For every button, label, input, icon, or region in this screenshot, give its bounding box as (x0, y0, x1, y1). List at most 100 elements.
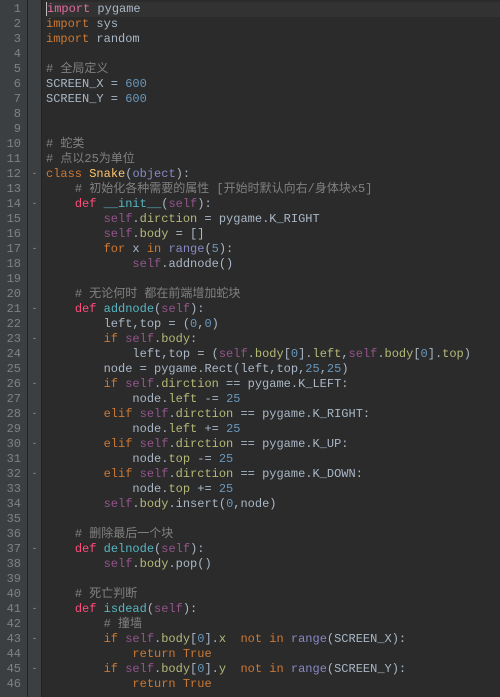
code-line: if self.body: (46, 332, 500, 347)
fold-marker[interactable] (28, 287, 41, 302)
fold-marker[interactable] (28, 617, 41, 632)
fold-marker[interactable]: - (28, 332, 41, 347)
code-line (46, 122, 500, 137)
fold-marker[interactable]: - (28, 377, 41, 392)
fold-marker[interactable] (28, 512, 41, 527)
editor-area[interactable]: import pygame import sys import random #… (42, 0, 500, 697)
fold-marker[interactable] (28, 32, 41, 47)
code-line: # 蛇类 (46, 137, 500, 152)
fold-marker[interactable]: - (28, 467, 41, 482)
fold-marker[interactable]: - (28, 407, 41, 422)
fold-marker[interactable]: - (28, 167, 41, 182)
code-line: def __init__(self): (46, 197, 500, 212)
lineno: 31 (0, 452, 27, 467)
lineno: 42 (0, 617, 27, 632)
lineno: 36 (0, 527, 27, 542)
fold-marker[interactable]: - (28, 542, 41, 557)
code-line (46, 47, 500, 62)
lineno: 14 (0, 197, 27, 212)
code-line: elif self.dirction == pygame.K_UP: (46, 437, 500, 452)
fold-marker[interactable] (28, 317, 41, 332)
lineno: 12 (0, 167, 27, 182)
fold-marker[interactable] (28, 2, 41, 17)
lineno: 41 (0, 602, 27, 617)
lineno: 10 (0, 137, 27, 152)
code-line: node = pygame.Rect(left,top,25,25) (46, 362, 500, 377)
lineno: 4 (0, 47, 27, 62)
fold-marker[interactable]: - (28, 302, 41, 317)
fold-marker[interactable] (28, 482, 41, 497)
lineno: 2 (0, 17, 27, 32)
code-line: # 删除最后一个块 (46, 527, 500, 542)
fold-marker[interactable] (28, 527, 41, 542)
code-line: # 无论何时 都在前端增加蛇块 (46, 287, 500, 302)
fold-marker[interactable] (28, 587, 41, 602)
fold-marker[interactable]: - (28, 662, 41, 677)
fold-marker[interactable] (28, 392, 41, 407)
fold-marker[interactable] (28, 62, 41, 77)
lineno: 24 (0, 347, 27, 362)
fold-marker[interactable] (28, 212, 41, 227)
lineno: 29 (0, 422, 27, 437)
code-line: def delnode(self): (46, 542, 500, 557)
fold-marker[interactable] (28, 272, 41, 287)
fold-marker[interactable]: - (28, 602, 41, 617)
lineno: 23 (0, 332, 27, 347)
code-line: import random (46, 32, 500, 47)
code-line: if self.body[0].x not in range(SCREEN_X)… (46, 632, 500, 647)
code-line: node.top -= 25 (46, 452, 500, 467)
fold-marker[interactable] (28, 347, 41, 362)
lineno: 1 (0, 2, 27, 17)
fold-marker[interactable] (28, 557, 41, 572)
code-line: for x in range(5): (46, 242, 500, 257)
fold-marker[interactable] (28, 647, 41, 662)
code-line: import sys (46, 17, 500, 32)
code-line: elif self.dirction == pygame.K_RIGHT: (46, 407, 500, 422)
lineno: 11 (0, 152, 27, 167)
fold-marker[interactable] (28, 47, 41, 62)
code-line: # 撞墙 (46, 617, 500, 632)
fold-marker[interactable] (28, 572, 41, 587)
lineno: 17 (0, 242, 27, 257)
code-line: SCREEN_X = 600 (46, 77, 500, 92)
fold-marker[interactable]: - (28, 437, 41, 452)
lineno: 25 (0, 362, 27, 377)
fold-marker[interactable]: - (28, 632, 41, 647)
fold-marker[interactable] (28, 677, 41, 692)
fold-marker[interactable] (28, 182, 41, 197)
code-line: left,top = (self.body[0].left,self.body[… (46, 347, 500, 362)
fold-marker[interactable]: - (28, 197, 41, 212)
fold-marker[interactable]: - (28, 242, 41, 257)
fold-marker[interactable] (28, 227, 41, 242)
code-line: # 全局定义 (46, 62, 500, 77)
fold-marker[interactable] (28, 107, 41, 122)
code-line: import pygame (46, 2, 500, 17)
code-line: node.top += 25 (46, 482, 500, 497)
lineno: 38 (0, 557, 27, 572)
code-line: # 初始化各种需要的属性 [开始时默认向右/身体块x5] (46, 182, 500, 197)
fold-marker[interactable] (28, 17, 41, 32)
fold-marker[interactable] (28, 92, 41, 107)
line-number-gutter: 1234567891011121314151617181920212223242… (0, 0, 28, 697)
fold-marker[interactable] (28, 497, 41, 512)
lineno: 8 (0, 107, 27, 122)
lineno: 5 (0, 62, 27, 77)
lineno: 44 (0, 647, 27, 662)
fold-marker[interactable] (28, 362, 41, 377)
fold-marker[interactable] (28, 452, 41, 467)
lineno: 33 (0, 482, 27, 497)
fold-marker[interactable] (28, 422, 41, 437)
lineno: 43 (0, 632, 27, 647)
lineno: 21 (0, 302, 27, 317)
code-line: return True (46, 647, 500, 662)
fold-gutter: - - - - - - - - - - - - - (28, 0, 42, 697)
fold-marker[interactable] (28, 257, 41, 272)
lineno: 32 (0, 467, 27, 482)
fold-marker[interactable] (28, 122, 41, 137)
lineno: 9 (0, 122, 27, 137)
fold-marker[interactable] (28, 77, 41, 92)
fold-marker[interactable] (28, 137, 41, 152)
fold-marker[interactable] (28, 152, 41, 167)
code-line: def isdead(self): (46, 602, 500, 617)
code-line: SCREEN_Y = 600 (46, 92, 500, 107)
